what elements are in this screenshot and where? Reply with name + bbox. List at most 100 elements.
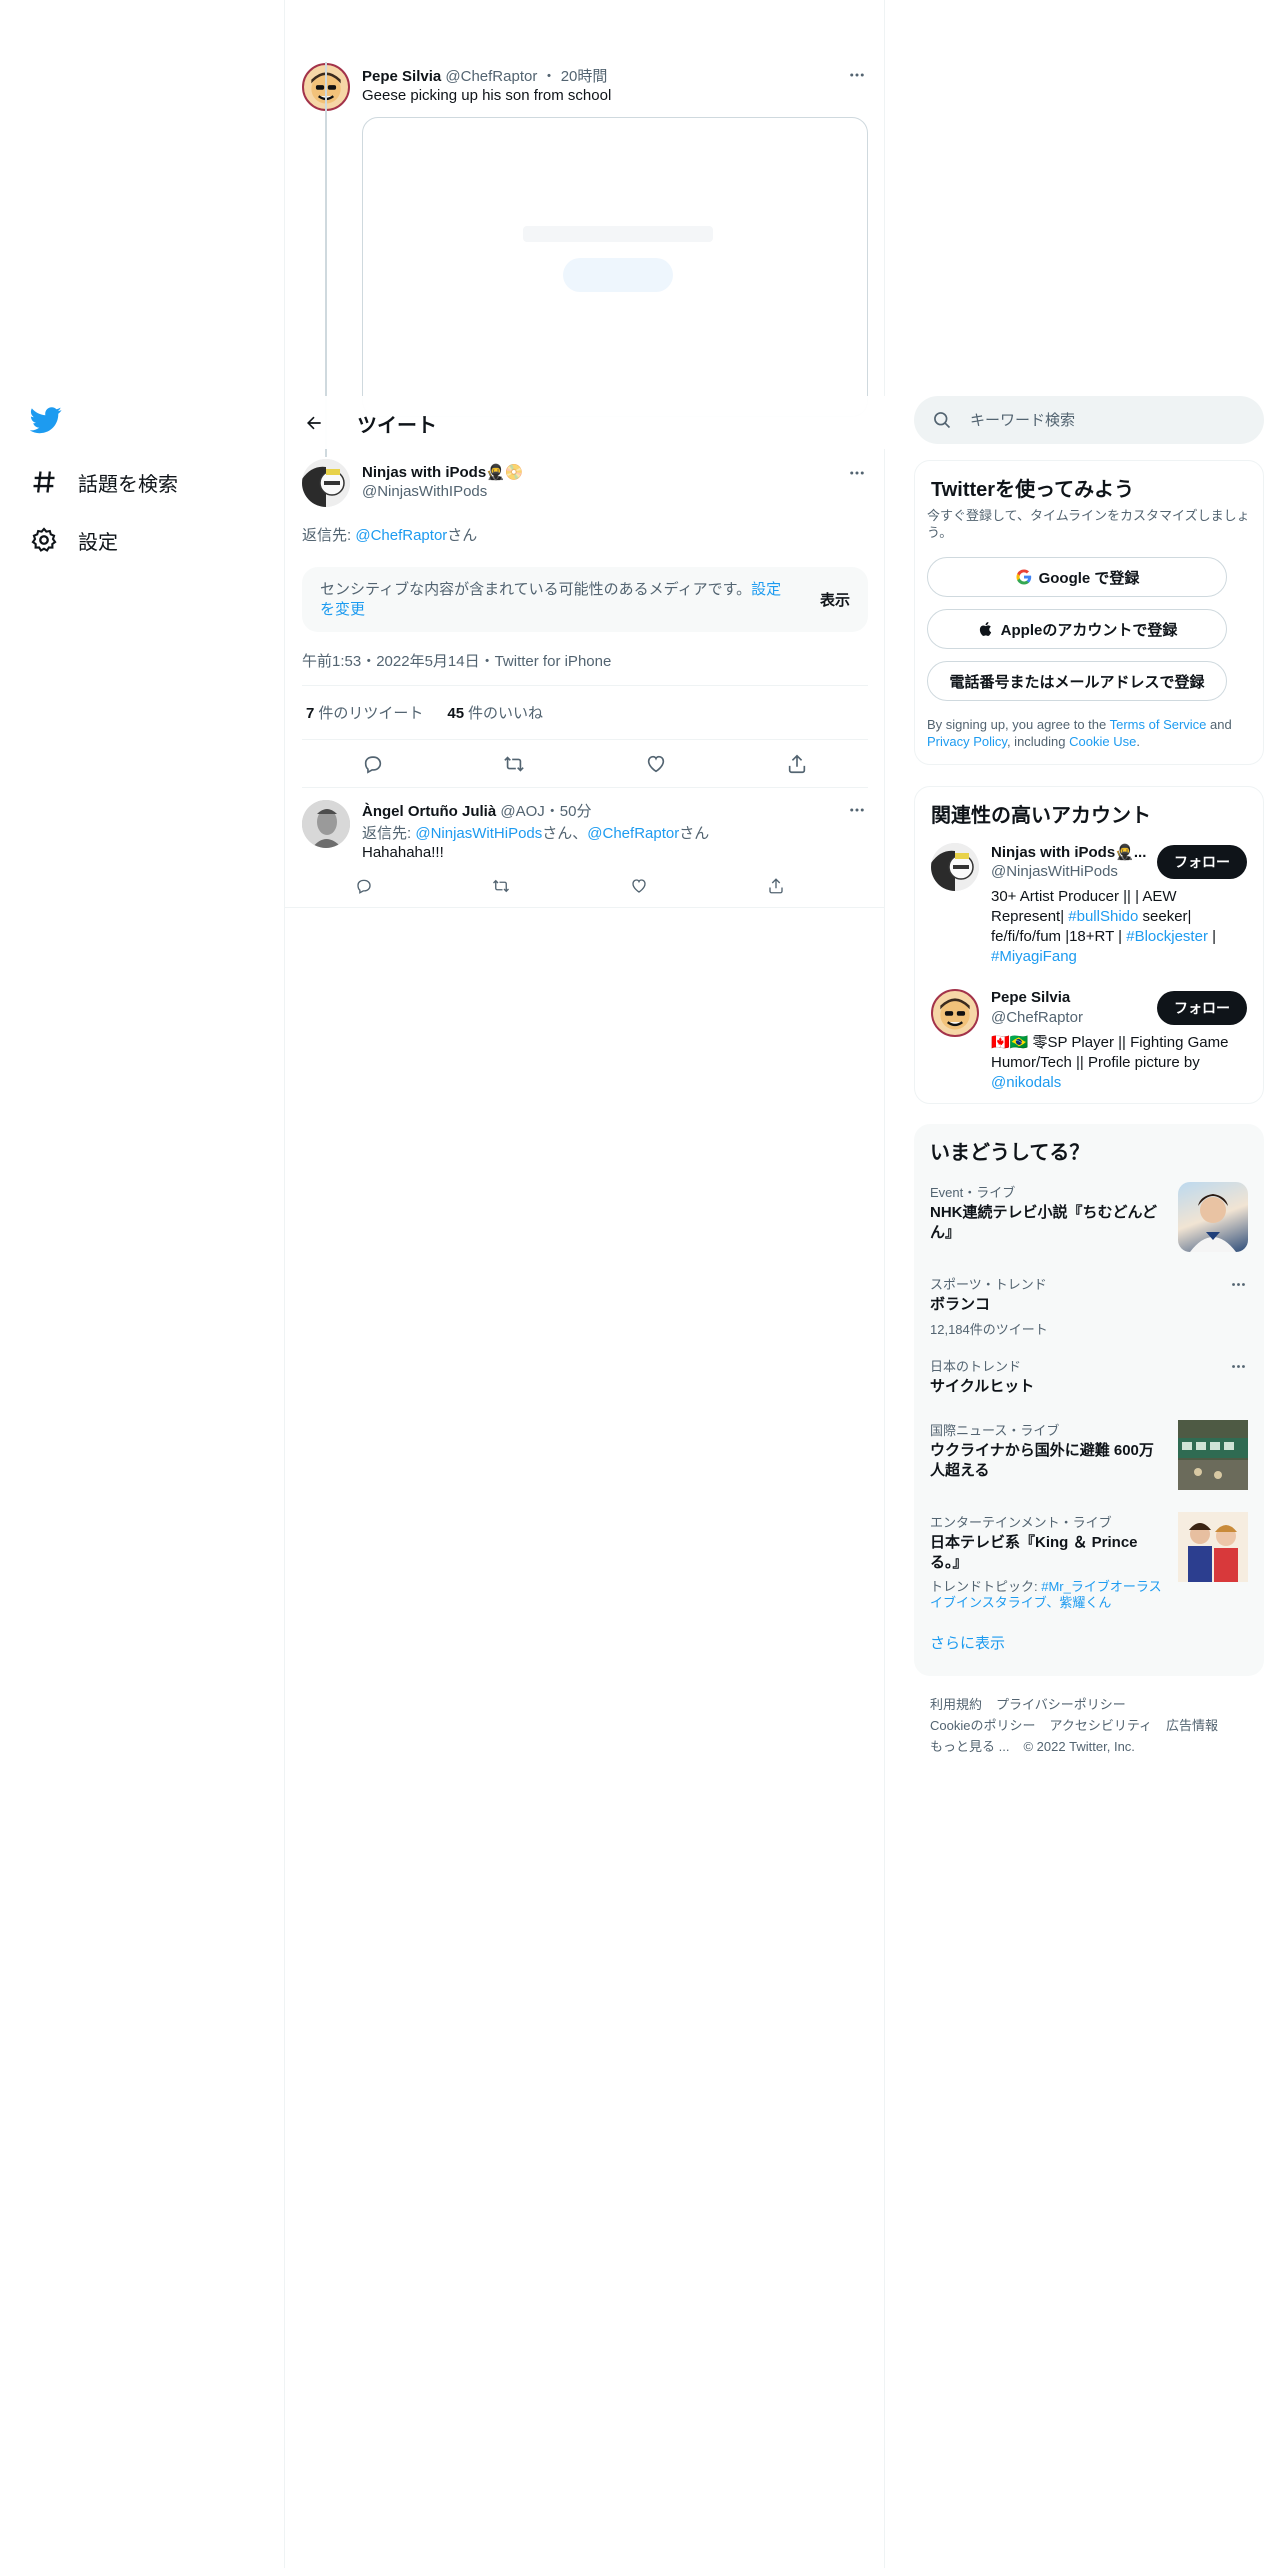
likes-stat[interactable]: 45 件のいいね: [447, 702, 543, 723]
trend-item[interactable]: スポーツ・トレンド ボランコ 12,184件のツイート: [930, 1274, 1248, 1337]
nav-settings[interactable]: 設定: [30, 518, 118, 562]
apple-signup-label: Appleのアカウントで登録: [1000, 621, 1178, 639]
retweet-icon: [504, 755, 525, 772]
reply-author-name[interactable]: Àngel Ortuño Julià: [362, 803, 496, 820]
parent-tweet-time[interactable]: 20時間: [561, 68, 608, 85]
follow-name-1[interactable]: Ninjas with iPods🥷...: [991, 843, 1146, 861]
trend-item[interactable]: Event・ライブ NHK連続テレビ小説『ちむどんどん』: [930, 1182, 1248, 1254]
reply-author-handle[interactable]: @AOJ: [500, 803, 544, 820]
who-to-follow-title: 関連性の高いアカウント: [931, 805, 1151, 827]
reply-action-bar: [350, 872, 790, 900]
parent-more-button[interactable]: [847, 65, 867, 85]
retweets-stat[interactable]: 7 件のリツイート: [306, 702, 423, 723]
arrow-left-icon: [307, 416, 321, 430]
trend-item[interactable]: 国際ニュース・ライブ ウクライナから国外に避難 600万人超える: [930, 1420, 1248, 1492]
google-signup-label: Google で登録: [1038, 569, 1140, 587]
follow-bio-1: 30+ Artist Producer || | AEW Represent| …: [991, 888, 1217, 965]
trend-thumbnail: [1178, 1512, 1248, 1582]
trend-item[interactable]: エンターテインメント・ライブ 日本テレビ系『King ＆ Prince る。』 …: [930, 1512, 1248, 1612]
cookie-link[interactable]: Cookie Use: [1069, 734, 1136, 749]
google-signup-button[interactable]: Google で登録: [927, 557, 1227, 597]
trend-item[interactable]: 日本のトレンド サイクルヒット: [930, 1356, 1248, 1402]
privacy-link[interactable]: Privacy Policy: [927, 734, 1007, 749]
follow-button-1[interactable]: フォロー: [1157, 845, 1247, 879]
trends-panel: いまどうしてる？ Event・ライブ NHK連続テレビ小説『ちむどんどん』 スポ…: [914, 1124, 1264, 1676]
apple-icon: [979, 621, 991, 636]
reply-avatar[interactable]: [302, 800, 350, 848]
reply-tweet[interactable]: Àngel Ortuño Julià @AOJ・50分 返信先: @Ninjas…: [285, 788, 885, 908]
parent-author-name[interactable]: Pepe Silvia: [362, 68, 441, 85]
reply-tweet-header: Àngel Ortuño Julià @AOJ・50分: [362, 803, 592, 820]
nav-explore-label: 話題を検索: [78, 473, 178, 496]
footer-link-ads[interactable]: 広告情報: [1166, 1718, 1218, 1733]
twitter-bird-icon[interactable]: [29, 404, 70, 444]
trends-show-more[interactable]: さらに表示: [930, 1632, 1005, 1653]
follow-bio-2: 🇨🇦🇧🇷 零SP Player || Fighting Game Humor/T…: [991, 1034, 1229, 1091]
reply-reply-button[interactable]: [350, 872, 378, 900]
follow-avatar-2[interactable]: [931, 989, 979, 1037]
reply-share-button[interactable]: [762, 872, 790, 900]
nav-explore[interactable]: 話題を検索: [30, 460, 178, 504]
bio-hashtag-link[interactable]: #bullShido: [1068, 908, 1138, 925]
focal-author-handle[interactable]: @NinjasWithIPods: [362, 483, 487, 500]
focal-author-name[interactable]: Ninjas with iPods🥷📀: [362, 463, 524, 481]
reply-button[interactable]: [356, 747, 390, 781]
follow-avatar-1[interactable]: [931, 843, 979, 891]
apple-signup-button[interactable]: Appleのアカウントで登録: [927, 609, 1227, 649]
footer-link-cookies[interactable]: Cookieのポリシー: [930, 1718, 1035, 1733]
focal-more-button[interactable]: [847, 463, 867, 483]
more-dots-icon: [850, 471, 864, 475]
back-button[interactable]: [299, 408, 329, 438]
share-icon: [769, 878, 783, 894]
sidebar-footer: 利用規約 プライバシーポリシー Cookieのポリシー アクセシビリティ 広告情報 も…: [930, 1694, 1260, 1757]
footer-link-more[interactable]: もっと見る ...: [930, 1739, 1009, 1754]
footer-link-terms[interactable]: 利用規約: [930, 1697, 982, 1712]
search-input[interactable]: [970, 396, 1240, 444]
more-dots-icon: [850, 808, 864, 812]
tweet-timestamp[interactable]: 午前1:53・2022年5月14日・Twitter for iPhone: [302, 650, 611, 671]
more-dots-icon: [1231, 1364, 1245, 1368]
parent-tweet[interactable]: Pepe Silvia @ChefRaptor ・ 20時間 Geese pic…: [285, 55, 885, 417]
gear-icon: [31, 527, 57, 552]
tweet-page-header: ツイート: [285, 396, 885, 449]
google-icon: [1016, 569, 1031, 585]
reply-retweet-button[interactable]: [487, 872, 515, 900]
reply-to-link[interactable]: @ChefRaptor: [355, 527, 447, 544]
phone-email-signup-button[interactable]: 電話番号またはメールアドレスで登録: [927, 661, 1227, 701]
tos-link[interactable]: Terms of Service: [1110, 717, 1207, 732]
reply-replying-to: 返信先: @NinjasWitHiPodsさん、@ChefRaptorさん: [362, 825, 710, 842]
nav-settings-label: 設定: [78, 531, 118, 554]
bio-hashtag-link[interactable]: #MiyagiFang: [991, 948, 1077, 965]
reply-to-link-2[interactable]: @ChefRaptor: [587, 825, 679, 842]
bio-hashtag-link[interactable]: #Blockjester: [1126, 928, 1208, 945]
reply-like-button[interactable]: [625, 872, 653, 900]
trend-more-button[interactable]: [1228, 1274, 1248, 1294]
search-bar[interactable]: [914, 396, 1264, 444]
retweet-button[interactable]: [497, 747, 531, 781]
reply-icon: [357, 879, 371, 894]
sensitive-media-warning: センシティブな内容が含まれている可能性のあるメディアです。設定を変更 表示: [302, 567, 868, 632]
signup-panel: Twitterを使ってみよう 今すぐ登録して、タイムラインをカスタマイズしましょ…: [914, 460, 1264, 765]
follow-name-2[interactable]: Pepe Silvia: [991, 989, 1070, 1006]
share-button[interactable]: [780, 747, 814, 781]
reply-tweet-time[interactable]: 50分: [560, 803, 592, 820]
reply-more-button[interactable]: [847, 800, 867, 820]
more-dots-icon: [850, 73, 864, 77]
reply-icon: [364, 755, 381, 774]
parent-author-handle[interactable]: @ChefRaptor: [445, 68, 537, 85]
tweet-stats: 7 件のリツイート 45 件のいいね: [302, 685, 868, 740]
footer-link-privacy[interactable]: プライバシーポリシー: [996, 1697, 1126, 1712]
focal-avatar[interactable]: [302, 459, 350, 507]
follow-handle-1[interactable]: @NinjasWitHiPods: [991, 863, 1118, 880]
follow-button-2[interactable]: フォロー: [1157, 991, 1247, 1025]
trend-more-button[interactable]: [1228, 1356, 1248, 1376]
show-media-button[interactable]: 表示: [820, 589, 850, 610]
footer-link-accessibility[interactable]: アクセシビリティ: [1049, 1718, 1152, 1733]
follow-handle-2[interactable]: @ChefRaptor: [991, 1009, 1083, 1026]
like-button[interactable]: [639, 747, 673, 781]
reply-to-link-1[interactable]: @NinjasWitHiPods: [415, 825, 542, 842]
signup-legal: By signing up, you agree to the Terms of…: [927, 717, 1232, 749]
parent-media-card[interactable]: [362, 117, 868, 417]
bio-mention-link[interactable]: @nikodals: [991, 1074, 1061, 1091]
page-title: ツイート: [357, 415, 437, 437]
